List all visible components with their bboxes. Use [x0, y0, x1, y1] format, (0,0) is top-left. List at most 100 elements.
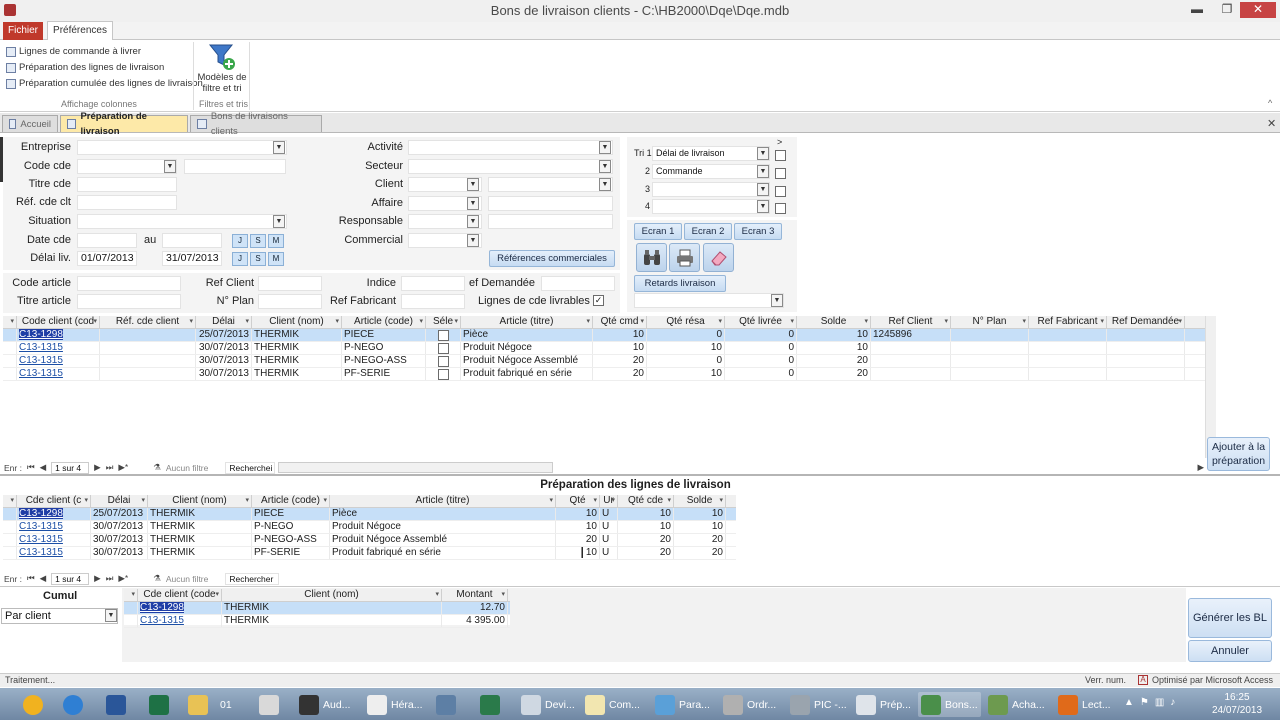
chevron-down-icon[interactable]: ▼: [467, 178, 479, 191]
col-montant[interactable]: Montant: [442, 589, 508, 601]
chevron-down-icon[interactable]: ▼: [599, 141, 611, 154]
ecran-1-button[interactable]: Ecran 1: [634, 223, 682, 240]
taskbar-item-ordr[interactable]: Ordr...: [720, 692, 779, 717]
chevron-down-icon[interactable]: ▼: [757, 183, 769, 196]
close-tab-icon[interactable]: ✕: [1267, 117, 1276, 130]
tray-icons[interactable]: ▲⚑▥♪: [1124, 697, 1181, 708]
select-checkbox[interactable]: [437, 355, 449, 367]
col-n-plan[interactable]: N° Plan: [951, 316, 1029, 328]
qte-field[interactable]: 10: [556, 521, 600, 533]
ref-cde-clt-field[interactable]: [77, 195, 177, 210]
indice-field[interactable]: [401, 276, 465, 291]
table-row[interactable]: C13-1315 30/07/2013 THERMIK PF-SERIE Pro…: [3, 368, 1205, 381]
horizontal-scrollbar[interactable]: [278, 462, 554, 473]
taskbar-item-01[interactable]: 01: [185, 692, 235, 717]
sort-desc-checkbox-2[interactable]: [775, 168, 786, 179]
chevron-down-icon[interactable]: ▼: [105, 609, 117, 622]
references-commerciales-button[interactable]: Références commerciales: [489, 250, 615, 267]
chevron-down-icon[interactable]: ▼: [757, 200, 769, 213]
chevron-down-icon[interactable]: ▼: [599, 160, 611, 173]
table-row[interactable]: C13-1298 25/07/2013 THERMIK PIECE Pièce …: [3, 329, 1205, 342]
ribbon-item-preparation-cumulee[interactable]: Préparation cumulée des lignes de livrai…: [6, 76, 203, 92]
tab-accueil[interactable]: Accueil: [2, 115, 58, 132]
sort-select-1[interactable]: Délai de livraison: [652, 146, 770, 161]
taskbar-item-acha[interactable]: Acha...: [985, 692, 1048, 717]
col-delai[interactable]: Délai: [196, 316, 252, 328]
chevron-down-icon[interactable]: ▼: [273, 215, 285, 228]
col-solde[interactable]: Solde: [797, 316, 871, 328]
chevron-down-icon[interactable]: ▼: [771, 294, 783, 307]
qte-field[interactable]: 20: [556, 534, 600, 546]
table-row[interactable]: C13-1315 THERMIK 4 395.00: [124, 615, 510, 628]
qte-field[interactable]: 10: [556, 508, 600, 520]
taskbar-item-app2[interactable]: [477, 692, 503, 717]
taskbar-item-tool[interactable]: [256, 692, 282, 717]
file-tab[interactable]: Fichier: [3, 22, 43, 40]
restore-button[interactable]: ❐: [1216, 2, 1238, 18]
date-cde-from[interactable]: [77, 233, 137, 248]
activite-select[interactable]: [408, 140, 613, 155]
col-article-code[interactable]: Article (code): [342, 316, 426, 328]
table-row[interactable]: C13-1315 30/07/2013 THERMIK PF-SERIE Pro…: [3, 547, 736, 560]
col-ref-demandee[interactable]: Ref Demandée: [1107, 316, 1185, 328]
taskbar-item-lect[interactable]: Lect...: [1055, 692, 1114, 717]
taskbar-excel[interactable]: [146, 692, 172, 717]
sort-desc-checkbox-1[interactable]: [775, 150, 786, 161]
taskbar-item-prep[interactable]: Prép...: [853, 692, 914, 717]
record-position[interactable]: 1 sur 4: [51, 461, 90, 474]
sort-select-3[interactable]: [652, 182, 770, 197]
date-cde-s-button[interactable]: S: [250, 234, 266, 248]
col-article-titre[interactable]: Article (titre): [461, 316, 593, 328]
col-cde-client[interactable]: Cde client (code: [138, 589, 222, 601]
clear-filters-button[interactable]: [703, 243, 734, 272]
col-qte[interactable]: Qté: [556, 495, 600, 507]
retards-livraison-button[interactable]: Retards livraison: [634, 275, 726, 292]
col-ref-fabricant[interactable]: Ref Fabricant: [1029, 316, 1107, 328]
filter-models-button[interactable]: Modèles de filtre et tri: [196, 42, 248, 94]
secteur-select[interactable]: [408, 159, 613, 174]
minimize-button[interactable]: ▬: [1186, 2, 1208, 18]
ecran-2-button[interactable]: Ecran 2: [684, 223, 732, 240]
last-record-icon[interactable]: ⏭: [106, 573, 114, 584]
order-link[interactable]: C13-1315: [19, 342, 63, 353]
cancel-button[interactable]: Annuler: [1188, 640, 1272, 662]
col-article-titre[interactable]: Article (titre): [330, 495, 556, 507]
col-client-nom[interactable]: Client (nom): [252, 316, 342, 328]
delai-m-button[interactable]: M: [268, 252, 284, 266]
table-row[interactable]: C13-1298 THERMIK 12.70: [124, 602, 510, 615]
taskbar-item-com[interactable]: Com...: [582, 692, 643, 717]
client-name-select[interactable]: [488, 177, 613, 192]
col-solde[interactable]: Solde: [674, 495, 726, 507]
taskbar-item-pic[interactable]: PIC -...: [787, 692, 850, 717]
taskbar-word[interactable]: [103, 692, 129, 717]
taskbar-item-bons[interactable]: Bons...: [918, 692, 981, 717]
date-cde-m-button[interactable]: M: [268, 234, 284, 248]
sort-desc-checkbox-4[interactable]: [775, 203, 786, 214]
entreprise-select[interactable]: [77, 140, 287, 155]
order-link[interactable]: C13-1298: [140, 602, 184, 613]
close-button[interactable]: ✕: [1240, 2, 1276, 18]
table-row[interactable]: C13-1315 30/07/2013 THERMIK P-NEGO-ASS P…: [3, 534, 736, 547]
lignes-livrables-checkbox[interactable]: ✓: [593, 295, 604, 306]
start-button[interactable]: [20, 692, 46, 717]
titre-cde-field[interactable]: [77, 177, 177, 192]
chevron-down-icon[interactable]: ▼: [467, 215, 479, 228]
sort-select-2[interactable]: Commande: [652, 164, 770, 179]
print-button[interactable]: [669, 243, 700, 272]
order-link[interactable]: C13-1298: [19, 329, 63, 340]
no-filter-button[interactable]: Aucun filtre: [166, 574, 209, 584]
grid1-search[interactable]: Recherchei: [225, 461, 276, 474]
add-to-preparation-button[interactable]: Ajouter à la préparation: [1207, 437, 1270, 471]
delai-s-button[interactable]: S: [250, 252, 266, 266]
tab-bons-livraisons[interactable]: Bons de livraisons clients: [190, 111, 322, 137]
new-record-icon[interactable]: ▶*: [118, 462, 128, 473]
clock-date[interactable]: 24/07/2013: [1210, 705, 1264, 716]
col-article-code[interactable]: Article (code): [252, 495, 330, 507]
sort-desc-checkbox-3[interactable]: [775, 186, 786, 197]
ecran-select[interactable]: [634, 293, 784, 308]
taskbar-item-app1[interactable]: [433, 692, 459, 717]
col-client-nom[interactable]: Client (nom): [148, 495, 252, 507]
col-ref-client[interactable]: Ref Client: [871, 316, 951, 328]
col-qte-cde[interactable]: Qté cde: [618, 495, 674, 507]
date-cde-j-button[interactable]: J: [232, 234, 248, 248]
